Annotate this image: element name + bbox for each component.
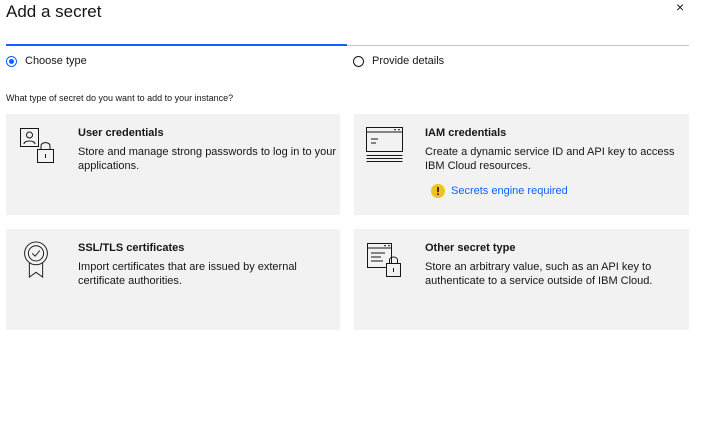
tile-description: Import certificates that are issued by e… [78,261,297,287]
secrets-engine-warning: Secrets engine required [431,183,568,199]
tile-user-credentials[interactable]: User credentials Store and manage strong… [6,114,340,215]
tile-title: SSL/TLS certificates [78,242,185,254]
warning-icon [431,184,445,198]
service-id-icon [366,127,403,162]
tile-title: User credentials [78,127,164,139]
close-icon[interactable]: × [676,0,690,14]
step-progress-bar [347,45,689,46]
tile-title: IAM credentials [425,127,507,139]
step-choose-type[interactable]: Choose type [6,44,347,70]
step-incomplete-icon [353,56,364,67]
tile-title: Other secret type [425,242,516,254]
step-label: Choose type [25,55,87,67]
user-lock-icon [20,128,54,163]
tile-iam-credentials[interactable]: IAM credentials Create a dynamic service… [354,114,689,215]
document-lock-icon [367,243,401,277]
secrets-engine-link[interactable]: Secrets engine required [451,185,568,197]
step-progress-bar [6,44,347,46]
step-provide-details[interactable]: Provide details [347,44,689,70]
tile-ssl-tls-certificates[interactable]: SSL/TLS certificates Import certificates… [6,229,340,330]
secret-type-question: What type of secret do you want to add t… [6,93,234,103]
tile-description: Create a dynamic service ID and API key … [425,146,675,172]
tile-description: Store an arbitrary value, such as an API… [425,261,653,287]
certificate-icon [24,241,48,279]
add-secret-modal: Add a secret × Choose type Provide detai… [0,0,704,427]
tile-description: Store and manage strong passwords to log… [78,146,337,172]
progress-indicator: Choose type Provide details [6,44,689,70]
step-current-icon [6,56,17,67]
modal-title: Add a secret [6,2,102,21]
tile-other-secret-type[interactable]: Other secret type Store an arbitrary val… [354,229,689,330]
step-label: Provide details [372,55,445,67]
